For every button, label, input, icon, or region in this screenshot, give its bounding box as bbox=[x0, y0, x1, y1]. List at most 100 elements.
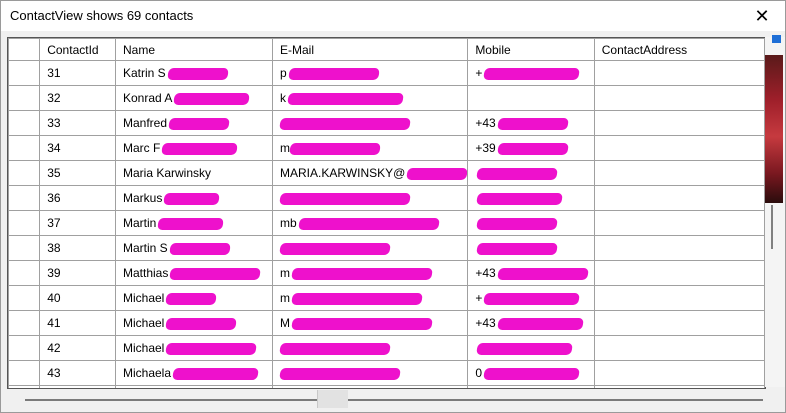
table-row[interactable]: 38 Martin S bbox=[8, 235, 765, 261]
name-cell[interactable]: Martin bbox=[114, 210, 273, 236]
contactid-cell[interactable]: 37 bbox=[39, 210, 116, 236]
table-row[interactable]: 34 Marc F m +39 bbox=[8, 135, 765, 161]
contactaddress-cell[interactable] bbox=[593, 210, 765, 236]
table-row[interactable]: 41 Michael M +43 bbox=[8, 310, 765, 336]
name-cell[interactable]: Michael bbox=[114, 335, 273, 361]
row-header-cell[interactable] bbox=[8, 85, 41, 111]
table-row[interactable]: 37 Martin mb bbox=[8, 210, 765, 236]
column-header-mobile[interactable]: Mobile bbox=[467, 38, 595, 61]
table-row[interactable]: 31 Katrin S p + bbox=[8, 60, 765, 86]
vertical-scroll-thumb[interactable] bbox=[771, 205, 773, 249]
contactid-cell[interactable]: 31 bbox=[39, 60, 116, 86]
email-cell[interactable] bbox=[271, 335, 469, 361]
row-header-cell[interactable] bbox=[8, 285, 41, 311]
close-button[interactable]: ✕ bbox=[739, 1, 785, 31]
email-cell[interactable] bbox=[271, 185, 469, 211]
contactaddress-cell[interactable] bbox=[593, 60, 765, 86]
mobile-cell[interactable]: + bbox=[467, 60, 595, 86]
email-cell[interactable] bbox=[271, 110, 469, 136]
mobile-cell[interactable] bbox=[467, 385, 595, 388]
email-cell[interactable] bbox=[271, 235, 469, 261]
mobile-cell[interactable] bbox=[467, 85, 595, 111]
contactaddress-cell[interactable] bbox=[593, 160, 765, 186]
contacts-grid[interactable]: ContactId Name E-Mail Mobile ContactAddr… bbox=[7, 37, 766, 389]
email-cell[interactable]: m bbox=[271, 285, 469, 311]
row-header-cell[interactable] bbox=[8, 160, 41, 186]
contactaddress-cell[interactable] bbox=[593, 85, 765, 111]
email-cell[interactable]: M bbox=[271, 310, 469, 336]
name-cell[interactable]: Katrin S bbox=[114, 60, 273, 86]
email-cell[interactable]: p bbox=[271, 60, 469, 86]
row-header-cell[interactable] bbox=[8, 360, 41, 386]
name-cell[interactable]: Michael bbox=[114, 310, 273, 336]
mobile-cell[interactable]: +39 bbox=[467, 135, 595, 161]
row-header-cell[interactable] bbox=[8, 310, 41, 336]
row-header-cell[interactable] bbox=[8, 235, 41, 261]
row-header-cell[interactable] bbox=[8, 110, 41, 136]
row-header-corner[interactable] bbox=[8, 38, 41, 61]
contactid-cell[interactable]: 40 bbox=[39, 285, 116, 311]
table-row[interactable]: 43 Michaela 0 bbox=[8, 360, 765, 386]
row-header-cell[interactable] bbox=[8, 335, 41, 361]
email-cell[interactable]: mb bbox=[271, 210, 469, 236]
contactid-cell[interactable]: 38 bbox=[39, 235, 116, 261]
table-row[interactable]: 42 Michael bbox=[8, 335, 765, 361]
horizontal-scroll-thumb[interactable] bbox=[25, 399, 763, 401]
contactid-cell[interactable]: 42 bbox=[39, 335, 116, 361]
contactaddress-cell[interactable] bbox=[593, 385, 765, 388]
contactid-cell[interactable]: 39 bbox=[39, 260, 116, 286]
contactid-cell[interactable]: 43 bbox=[39, 360, 116, 386]
mobile-cell[interactable]: 0 bbox=[467, 360, 595, 386]
row-header-cell[interactable] bbox=[8, 210, 41, 236]
mobile-cell[interactable] bbox=[467, 335, 595, 361]
email-cell[interactable]: k bbox=[271, 85, 469, 111]
contactaddress-cell[interactable] bbox=[593, 235, 765, 261]
email-cell[interactable] bbox=[271, 385, 469, 388]
name-cell[interactable]: Manfred bbox=[114, 110, 273, 136]
contactaddress-cell[interactable] bbox=[593, 360, 765, 386]
mobile-cell[interactable] bbox=[467, 160, 595, 186]
name-cell[interactable]: Michael bbox=[114, 285, 273, 311]
mobile-cell[interactable]: + bbox=[467, 285, 595, 311]
name-cell[interactable]: Matthias bbox=[114, 260, 273, 286]
name-cell[interactable]: Maria Karwinsky bbox=[114, 160, 273, 186]
email-cell[interactable] bbox=[271, 360, 469, 386]
contactaddress-cell[interactable] bbox=[593, 335, 765, 361]
row-header-cell[interactable] bbox=[8, 185, 41, 211]
row-header-cell[interactable] bbox=[8, 60, 41, 86]
name-cell[interactable]: Markus bbox=[114, 185, 273, 211]
column-header-email[interactable]: E-Mail bbox=[271, 38, 469, 61]
email-cell[interactable]: m bbox=[271, 260, 469, 286]
horizontal-scrollbar[interactable] bbox=[7, 390, 764, 408]
contactid-cell[interactable]: 34 bbox=[39, 135, 116, 161]
table-row[interactable]: 40 Michael m + bbox=[8, 285, 765, 311]
name-cell[interactable] bbox=[114, 385, 273, 388]
row-header-cell[interactable] bbox=[8, 135, 41, 161]
column-header-name[interactable]: Name bbox=[114, 38, 273, 61]
contactaddress-cell[interactable] bbox=[593, 285, 765, 311]
contactaddress-cell[interactable] bbox=[593, 310, 765, 336]
column-header-contactid[interactable]: ContactId bbox=[39, 38, 116, 61]
name-cell[interactable]: Konrad A bbox=[114, 85, 273, 111]
name-cell[interactable]: Martin S bbox=[114, 235, 273, 261]
column-header-contactaddress[interactable]: ContactAddress bbox=[593, 38, 765, 61]
contactid-cell[interactable]: 33 bbox=[39, 110, 116, 136]
row-header-cell[interactable] bbox=[8, 385, 41, 388]
contactaddress-cell[interactable] bbox=[593, 260, 765, 286]
name-cell[interactable]: Marc F bbox=[114, 135, 273, 161]
mobile-cell[interactable]: +43 bbox=[467, 310, 595, 336]
contactid-cell[interactable]: 35 bbox=[39, 160, 116, 186]
table-row[interactable]: 35 Maria Karwinsky MARIA.KARWINSKY@ bbox=[8, 160, 765, 186]
row-header-cell[interactable] bbox=[8, 260, 41, 286]
table-row[interactable]: 36 Markus bbox=[8, 185, 765, 211]
table-row[interactable]: 39 Matthias m +43 bbox=[8, 260, 765, 286]
contactid-cell[interactable] bbox=[39, 385, 116, 388]
table-row[interactable]: 33 Manfred +43 bbox=[8, 110, 765, 136]
email-cell[interactable]: m bbox=[271, 135, 469, 161]
contactid-cell[interactable]: 36 bbox=[39, 185, 116, 211]
mobile-cell[interactable] bbox=[467, 235, 595, 261]
name-cell[interactable]: Michaela bbox=[114, 360, 273, 386]
contactaddress-cell[interactable] bbox=[593, 110, 765, 136]
contactaddress-cell[interactable] bbox=[593, 135, 765, 161]
contactid-cell[interactable]: 32 bbox=[39, 85, 116, 111]
